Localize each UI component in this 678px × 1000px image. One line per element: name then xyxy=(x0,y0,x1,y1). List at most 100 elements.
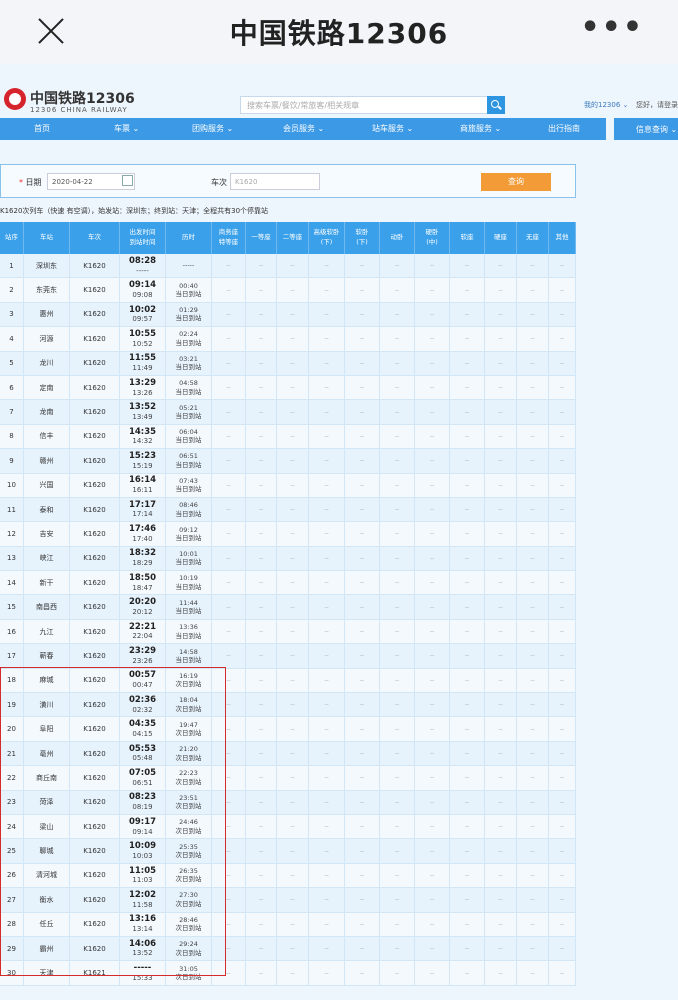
station-name: 吉安 xyxy=(24,522,70,546)
departure-time: 11:05 xyxy=(128,865,157,876)
table-row[interactable]: 28 任丘 K1620 13:16 13:14 28:46 次日到站 -- -- -- -- -- --… xyxy=(0,912,576,937)
seat-cell: -- xyxy=(277,473,309,497)
table-row[interactable]: 23 菏泽 K1620 08:23 08:19 23:51 次日到站 -- -- -- -- -- --… xyxy=(0,790,576,815)
duration: 24:46 xyxy=(179,818,198,827)
seat-cell: -- xyxy=(485,619,517,644)
seat-cell: -- xyxy=(309,693,345,717)
duration: 02:24 xyxy=(179,330,198,339)
table-row[interactable]: 10 兴国 K1620 16:14 16:11 07:43 当日到站 -- -- -- -- -- --… xyxy=(0,473,576,498)
train-number: K1620 xyxy=(70,351,120,375)
table-row[interactable]: 4 河源 K1620 10:55 10:52 02:24 当日到站 -- -- -- -- -- -- -… xyxy=(0,327,576,352)
seat-cell: -- xyxy=(309,400,345,424)
nav-item-tickets[interactable]: 车票 ⌄ xyxy=(114,123,139,134)
departure-time: 09:14 xyxy=(128,280,157,291)
table-row[interactable]: 15 南昌西 K1620 20:20 20:12 11:44 当日到站 -- -- -- -- -- -… xyxy=(0,595,576,620)
duration-cell: 28:46 次日到站 xyxy=(166,912,212,936)
table-row[interactable]: 30 天津 K1621 ----- 15:33 31:05 次日到站 -- -- -- -- -- --… xyxy=(0,961,576,986)
seat-cell: -- xyxy=(246,814,277,839)
table-row[interactable]: 8 信丰 K1620 14:35 14:32 06:04 当日到站 -- -- -- -- -- -- -… xyxy=(0,424,576,450)
seat-cell: -- xyxy=(450,741,485,766)
table-row[interactable]: 29 霸州 K1620 14:06 13:52 29:24 次日到站 -- -- -- -- -- --… xyxy=(0,936,576,962)
nav-item-business[interactable]: 商旅服务 ⌄ xyxy=(460,123,501,134)
seat-cell: -- xyxy=(277,278,309,302)
seat-cell: -- xyxy=(380,912,415,936)
table-row[interactable]: 25 聊城 K1620 10:09 10:03 25:35 次日到站 -- -- -- -- -- --… xyxy=(0,839,576,864)
nav-item-home[interactable]: 首页 xyxy=(34,123,50,134)
table-row[interactable]: 19 潢川 K1620 02:36 02:32 18:04 次日到站 -- -- -- -- -- --… xyxy=(0,693,576,718)
close-icon[interactable] xyxy=(34,14,68,48)
table-row[interactable]: 27 衡水 K1620 12:02 11:58 27:30 次日到站 -- -- -- -- -- --… xyxy=(0,888,576,913)
table-row[interactable]: 7 龙南 K1620 13:52 13:49 05:21 当日到站 -- -- -- -- -- -- -… xyxy=(0,400,576,425)
my12306-link[interactable]: 我的12306 ⌄ xyxy=(584,100,628,110)
station-name: 九江 xyxy=(24,619,70,644)
seat-cell: -- xyxy=(246,254,277,278)
station-name: 龙川 xyxy=(24,351,70,375)
duration: 07:43 xyxy=(179,476,198,485)
seat-cell: -- xyxy=(415,619,450,644)
table-row[interactable]: 17 蕲春 K1620 23:29 23:26 14:58 当日到站 -- -- -- -- -- --… xyxy=(0,644,576,669)
table-row[interactable]: 9 赣州 K1620 15:23 15:19 06:51 当日到站 -- -- -- -- -- -- -… xyxy=(0,449,576,474)
seat-cell: -- xyxy=(277,327,309,351)
table-row[interactable]: 11 泰和 K1620 17:17 17:14 08:46 当日到站 -- -- -- -- -- --… xyxy=(0,497,576,523)
seat-cell: -- xyxy=(277,668,309,693)
table-row[interactable]: 6 定南 K1620 13:29 13:26 04:58 当日到站 -- -- -- -- -- -- -… xyxy=(0,375,576,401)
seat-cell: -- xyxy=(380,497,415,522)
seat-cell: -- xyxy=(415,473,450,497)
nav-item-guide[interactable]: 出行指南 xyxy=(548,123,580,134)
column-header: 动卧 xyxy=(380,222,415,254)
calendar-icon[interactable] xyxy=(122,175,133,186)
nav-item-group[interactable]: 团购服务 ⌄ xyxy=(192,123,233,134)
seat-cell: -- xyxy=(549,814,576,839)
query-button[interactable]: 查询 xyxy=(481,173,551,191)
table-row[interactable]: 22 商丘南 K1620 07:05 06:51 22:23 次日到站 -- -- -- -- -- -… xyxy=(0,766,576,791)
login-greeting[interactable]: 您好，请登录 xyxy=(636,100,678,110)
table-row[interactable]: 12 吉安 K1620 17:46 17:40 09:12 当日到站 -- -- -- -- -- --… xyxy=(0,522,576,547)
station-name: 清河城 xyxy=(24,863,70,888)
arrival-time: 11:49 xyxy=(132,364,153,373)
arrival-time: 10:03 xyxy=(132,851,153,860)
seat-cell: -- xyxy=(380,302,415,327)
seat-cell: -- xyxy=(485,571,517,595)
seat-cell: -- xyxy=(345,302,380,327)
seat-cell: -- xyxy=(450,522,485,546)
search-icon[interactable] xyxy=(487,96,505,114)
nav-item-station[interactable]: 站车服务 ⌄ xyxy=(372,123,413,134)
seat-cell: -- xyxy=(450,497,485,522)
arrival-day: 次日到站 xyxy=(175,851,202,860)
seat-cell: -- xyxy=(212,254,246,278)
seat-cell: -- xyxy=(485,912,517,936)
seat-cell: -- xyxy=(415,814,450,839)
table-row[interactable]: 14 新干 K1620 18:50 18:47 10:19 当日到站 -- -- -- -- -- --… xyxy=(0,571,576,596)
search-input[interactable]: 搜索车票/餐饮/常旅客/相关规章 xyxy=(240,96,488,114)
nav-item-info-query[interactable]: 信息查询 ⌄ xyxy=(614,118,678,140)
seat-cell: -- xyxy=(309,595,345,619)
table-row[interactable]: 5 龙川 K1620 11:55 11:49 03:21 当日到站 -- -- -- -- -- -- -… xyxy=(0,351,576,376)
table-row[interactable]: 3 惠州 K1620 10:02 09:57 01:29 当日到站 -- -- -- -- -- -- -… xyxy=(0,302,576,328)
departure-time: 13:52 xyxy=(128,402,157,413)
table-row[interactable]: 20 阜阳 K1620 04:35 04:15 19:47 次日到站 -- -- -- -- -- --… xyxy=(0,717,576,742)
table-row[interactable]: 1 深圳东 K1620 08:28 ----- ----- -- -- -- -- -- -- -- --… xyxy=(0,254,576,279)
seat-cell: -- xyxy=(309,424,345,449)
seat-cell: -- xyxy=(549,375,576,400)
railway-logo-icon[interactable] xyxy=(4,88,26,110)
seat-cell: -- xyxy=(380,766,415,790)
seat-cell: -- xyxy=(309,741,345,766)
seat-cell: -- xyxy=(309,546,345,571)
seat-cell: -- xyxy=(517,327,549,351)
seat-cell: -- xyxy=(485,741,517,766)
nav-item-member[interactable]: 会员服务 ⌄ xyxy=(283,123,324,134)
table-row[interactable]: 26 清河城 K1620 11:05 11:03 26:35 次日到站 -- -- -- -- -- -… xyxy=(0,863,576,889)
table-row[interactable]: 21 亳州 K1620 05:53 05:48 21:20 次日到站 -- -- -- -- -- --… xyxy=(0,741,576,767)
seat-cell: -- xyxy=(517,351,549,375)
times-cell: 13:29 13:26 xyxy=(120,375,166,400)
table-row[interactable]: 18 麻城 K1620 00:57 00:47 16:19 次日到站 -- -- -- -- -- --… xyxy=(0,668,576,694)
table-row[interactable]: 24 梁山 K1620 09:17 09:14 24:46 次日到站 -- -- -- -- -- --… xyxy=(0,814,576,840)
train-number-field[interactable]: K1620 xyxy=(230,173,320,190)
seat-cell: -- xyxy=(380,400,415,424)
logo-title[interactable]: 中国铁路12306 xyxy=(30,88,135,108)
table-row[interactable]: 2 东莞东 K1620 09:14 09:08 00:40 当日到站 -- -- -- -- -- --… xyxy=(0,278,576,303)
seat-cell: -- xyxy=(485,961,517,985)
table-row[interactable]: 16 九江 K1620 22:21 22:04 13:36 当日到站 -- -- -- -- -- --… xyxy=(0,619,576,645)
table-row[interactable]: 13 峡江 K1620 18:32 18:29 10:01 当日到站 -- -- -- -- -- --… xyxy=(0,546,576,572)
more-icon[interactable]: ••• xyxy=(580,13,644,43)
